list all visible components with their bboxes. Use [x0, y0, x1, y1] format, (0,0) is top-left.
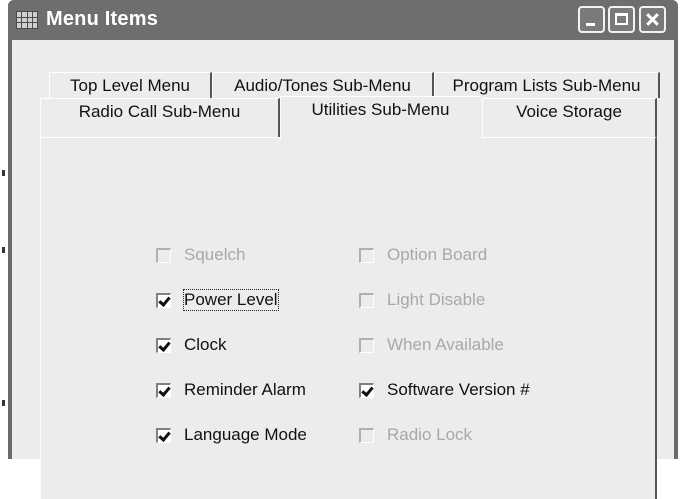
left-edge-marks [0, 0, 8, 459]
clock-checkbox[interactable]: Clock [156, 334, 227, 356]
language-mode-checkbox[interactable]: Language Mode [156, 424, 307, 446]
checkbox-label: When Available [387, 335, 504, 354]
squelch-checkbox[interactable]: Squelch [156, 244, 245, 266]
checkbox-box [359, 292, 374, 308]
checkbox-box [359, 427, 374, 443]
checkbox-box [359, 382, 374, 398]
checkbox-label: Reminder Alarm [184, 380, 306, 399]
tab-radio-call-sub-menu[interactable]: Radio Call Sub-Menu [40, 98, 280, 138]
checkbox-label: Clock [184, 335, 227, 354]
checkbox-label: Power Level [183, 289, 279, 311]
tab-program-lists-sub-menu[interactable]: Program Lists Sub-Menu [434, 72, 660, 98]
checkbox-label: Language Mode [184, 425, 307, 444]
utilities-tab-panel: Squelch Power Level Clock Reminder Alarm… [40, 137, 657, 499]
dialog-client-area: Top Level Menu Audio/Tones Sub-Menu Prog… [12, 40, 674, 499]
maximize-icon[interactable] [608, 6, 635, 33]
reminder-alarm-checkbox[interactable]: Reminder Alarm [156, 379, 306, 401]
tab-utilities-sub-menu[interactable]: Utilities Sub-Menu [280, 96, 482, 139]
power-level-checkbox[interactable]: Power Level [156, 289, 279, 311]
checkbox-label: Software Version # [387, 380, 530, 399]
checkbox-box [359, 337, 374, 353]
checkbox-box [359, 247, 374, 263]
when-available-checkbox[interactable]: When Available [359, 334, 504, 356]
checkbox-label: Light Disable [387, 290, 486, 309]
checkbox-box [156, 427, 171, 443]
checkbox-label: Option Board [387, 245, 488, 264]
menu-items-window: Menu Items Top Level Menu Audio/Tones Su… [8, 0, 678, 499]
software-version-checkbox[interactable]: Software Version # [359, 379, 530, 401]
checkbox-label: Squelch [184, 245, 246, 264]
tab-top-level-menu[interactable]: Top Level Menu [49, 72, 212, 98]
checkbox-box [156, 337, 171, 353]
close-icon[interactable] [639, 6, 666, 33]
tab-voice-storage[interactable]: Voice Storage [482, 98, 657, 138]
option-board-checkbox[interactable]: Option Board [359, 244, 487, 266]
window-title: Menu Items [46, 8, 159, 30]
checkbox-label: Radio Lock [387, 425, 473, 444]
title-bar[interactable]: Menu Items [8, 0, 678, 40]
checkbox-box [156, 247, 171, 263]
light-disable-checkbox[interactable]: Light Disable [359, 289, 485, 311]
radio-lock-checkbox[interactable]: Radio Lock [359, 424, 472, 446]
checkbox-box [156, 382, 171, 398]
tab-audio-tones-sub-menu[interactable]: Audio/Tones Sub-Menu [212, 72, 434, 98]
app-grid-icon [16, 11, 38, 29]
checkbox-box [156, 292, 171, 308]
minimize-icon[interactable] [578, 6, 605, 33]
